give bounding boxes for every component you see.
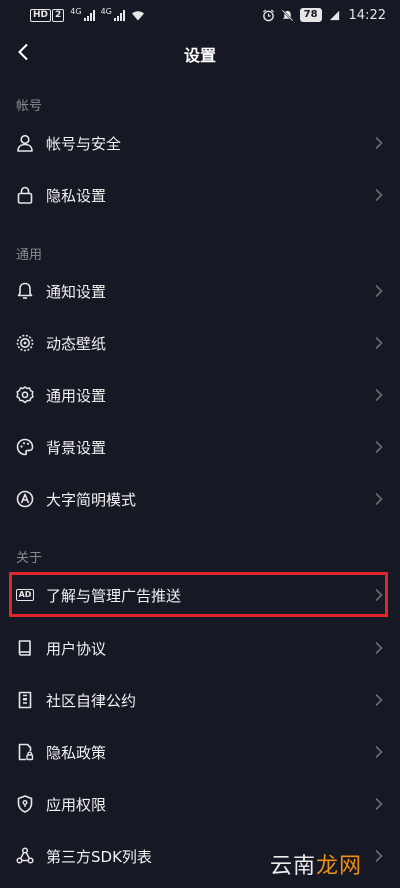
menu-item-label: 第三方SDK列表	[46, 847, 152, 866]
status-bar: HD 2 4G 4G 78 14:22	[0, 0, 400, 30]
menu-item-live-wallpaper[interactable]: 动态壁纸	[0, 319, 400, 367]
menu-item-label: 动态壁纸	[46, 334, 107, 353]
section-title-general: 通用	[16, 248, 43, 263]
shield-icon	[14, 793, 36, 815]
ad-icon: AD	[14, 584, 36, 606]
menu-item-background-settings[interactable]: 背景设置	[0, 423, 400, 471]
chevron-right-icon	[375, 284, 383, 298]
gear-icon	[14, 384, 36, 406]
menu-item-user-agreement[interactable]: 用户协议	[0, 624, 400, 672]
chevron-right-icon	[375, 797, 383, 811]
menu-item-label: 帐号与安全	[46, 134, 122, 153]
watermark-part2: 龙网	[315, 854, 362, 879]
menu-item-label: 通用设置	[46, 386, 107, 405]
chevron-right-icon	[375, 492, 383, 506]
section-title-about: 关于	[16, 551, 43, 566]
share-nodes-icon	[14, 845, 36, 867]
menu-item-label: 社区自律公约	[46, 691, 137, 710]
chevron-right-icon	[375, 588, 383, 602]
battery-icon: 78	[299, 8, 322, 22]
menu-item-label: 隐私政策	[46, 743, 107, 762]
status-bar-left: HD 2 4G 4G	[30, 6, 145, 22]
mute-icon	[281, 9, 293, 21]
clock: 14:22	[348, 7, 386, 23]
lock-icon	[14, 184, 36, 206]
menu-item-label: 大字简明模式	[46, 490, 137, 509]
network-type-1: 4G	[70, 6, 82, 16]
menu-item-ad-management[interactable]: AD 了解与管理广告推送	[0, 571, 400, 619]
signal-icon-2	[113, 9, 125, 21]
section-title-account: 帐号	[16, 99, 43, 114]
alarm-icon	[262, 8, 274, 21]
chevron-right-icon	[375, 693, 383, 707]
wifi-icon	[131, 10, 144, 20]
wallpaper-icon	[14, 332, 36, 354]
privacy-doc-icon	[14, 741, 36, 763]
network-type-2: 4G	[100, 6, 112, 16]
menu-item-label: 了解与管理广告推送	[46, 586, 182, 605]
text-size-icon	[14, 488, 36, 510]
menu-item-community-guidelines[interactable]: 社区自律公约	[0, 676, 400, 724]
bell-icon	[14, 280, 36, 302]
status-bar-right: 78 14:22	[262, 8, 386, 23]
person-icon	[14, 132, 36, 154]
menu-item-label: 应用权限	[46, 795, 107, 814]
sim-badge: 2	[52, 8, 65, 22]
menu-item-label: 背景设置	[46, 438, 107, 457]
menu-item-label: 隐私设置	[46, 186, 107, 205]
signal-icon	[83, 9, 95, 21]
palette-icon	[14, 436, 36, 458]
charging-icon	[329, 10, 339, 20]
chevron-right-icon	[375, 136, 383, 150]
book-icon	[14, 637, 36, 659]
chevron-right-icon	[375, 388, 383, 402]
page-title: 设置	[183, 46, 216, 65]
menu-item-notification-settings[interactable]: 通知设置	[0, 267, 400, 315]
chevron-right-icon	[375, 440, 383, 454]
ad-badge: AD	[15, 589, 35, 601]
chevron-right-icon	[375, 745, 383, 759]
menu-item-label: 通知设置	[46, 282, 107, 301]
watermark-part1: 云南	[269, 854, 316, 879]
menu-item-general-settings[interactable]: 通用设置	[0, 371, 400, 419]
chevron-right-icon	[375, 849, 383, 863]
menu-item-app-permissions[interactable]: 应用权限	[0, 780, 400, 828]
header: 设置	[0, 30, 400, 76]
menu-item-large-text-mode[interactable]: 大字简明模式	[0, 475, 400, 523]
menu-item-privacy-settings[interactable]: 隐私设置	[0, 171, 400, 219]
community-icon	[14, 689, 36, 711]
menu-item-privacy-policy[interactable]: 隐私政策	[0, 728, 400, 776]
chevron-right-icon	[375, 641, 383, 655]
chevron-right-icon	[375, 188, 383, 202]
menu-item-account-security[interactable]: 帐号与安全	[0, 119, 400, 167]
hd-badge: HD	[30, 8, 52, 22]
chevron-right-icon	[375, 336, 383, 350]
watermark: 云南龙网	[270, 848, 362, 880]
menu-item-label: 用户协议	[46, 639, 107, 658]
